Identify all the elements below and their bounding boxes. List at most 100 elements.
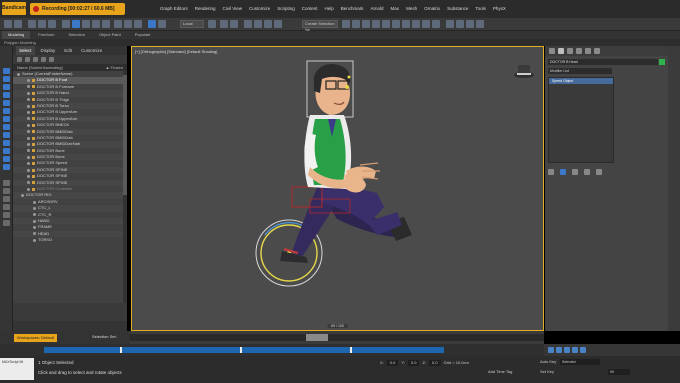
object-color-swatch[interactable]	[659, 59, 665, 65]
display-spacewarps-icon[interactable]	[3, 116, 10, 122]
material-editor-icon[interactable]	[402, 20, 410, 28]
percent-snap-icon[interactable]	[264, 20, 272, 28]
make-unique-icon[interactable]	[572, 169, 578, 175]
visibility-icon[interactable]	[27, 98, 30, 102]
menu-help[interactable]: Help	[325, 6, 334, 11]
unlink-icon[interactable]	[38, 20, 46, 28]
polygon-modeling-bar[interactable]: Polygon Modeling	[0, 39, 680, 46]
motion-tab-icon[interactable]	[576, 48, 582, 54]
create-tab-icon[interactable]	[549, 48, 555, 54]
select-all-icon[interactable]	[33, 57, 38, 62]
display-children-icon[interactable]	[3, 180, 10, 186]
render-icon[interactable]	[432, 20, 440, 28]
visibility-icon[interactable]	[33, 226, 36, 230]
menu-scripting[interactable]: Scripting	[277, 6, 295, 11]
x-coordinate-field[interactable]: 0.0	[386, 360, 399, 366]
visibility-icon[interactable]	[27, 162, 30, 166]
filter-icon[interactable]	[62, 20, 70, 28]
menu-customize[interactable]: Customize	[249, 6, 270, 11]
link-icon[interactable]	[28, 20, 36, 28]
display-dependents-icon[interactable]	[3, 196, 10, 202]
menu-substance[interactable]: Substance	[447, 6, 468, 11]
tab-customize[interactable]: Customize	[78, 46, 105, 55]
display-frozen-icon[interactable]	[3, 156, 10, 162]
hierarchy-tab-icon[interactable]	[567, 48, 573, 54]
select-icon[interactable]	[72, 20, 80, 28]
bind-icon[interactable]	[48, 20, 56, 28]
window-crossing-icon[interactable]	[102, 20, 110, 28]
track-bar[interactable]	[0, 344, 544, 356]
object-name-field[interactable]: DOCTOR B Head	[548, 59, 658, 65]
visibility-icon[interactable]	[27, 117, 30, 121]
spinner-snap-icon[interactable]	[274, 20, 282, 28]
tab-freeform[interactable]: Freeform	[32, 31, 60, 39]
visibility-icon[interactable]	[27, 130, 30, 134]
column-frozen[interactable]: ▲ Frozen	[105, 64, 123, 71]
visibility-icon[interactable]	[27, 123, 30, 127]
visibility-icon[interactable]	[27, 111, 30, 115]
filter-icon[interactable]	[17, 57, 22, 62]
display-helpers-icon[interactable]	[3, 108, 10, 114]
display-groups-icon[interactable]	[3, 124, 10, 130]
pin-stack-icon[interactable]	[548, 169, 554, 175]
placement-icon[interactable]	[158, 20, 166, 28]
display-containers-icon[interactable]	[3, 148, 10, 154]
pivot-icon[interactable]	[208, 20, 216, 28]
visibility-icon[interactable]	[27, 168, 30, 172]
tab-select[interactable]: Select	[16, 46, 35, 55]
configure-modifier-sets-icon[interactable]	[596, 169, 602, 175]
visibility-icon[interactable]	[17, 72, 20, 76]
visibility-icon[interactable]	[33, 206, 36, 210]
modifier-stack-item[interactable]: Speed Object	[549, 78, 613, 84]
scale-icon[interactable]	[134, 20, 142, 28]
align-icon[interactable]	[352, 20, 360, 28]
toggle-ribbon-icon[interactable]	[372, 20, 380, 28]
select-by-name-icon[interactable]	[82, 20, 90, 28]
visibility-icon[interactable]	[27, 85, 30, 89]
named-selection-sets[interactable]: Create Selection Se	[302, 20, 338, 32]
keyboard-shortcut-icon[interactable]	[230, 20, 238, 28]
visibility-icon[interactable]	[27, 79, 30, 83]
column-name[interactable]: Name (Sorted Ascending)	[17, 64, 63, 71]
tab-modeling[interactable]: Modeling	[2, 31, 31, 39]
tab-object-paint[interactable]: Object Paint	[93, 31, 127, 39]
angle-snap-icon[interactable]	[254, 20, 262, 28]
scrollbar-thumb[interactable]	[123, 75, 127, 195]
plugin-icon[interactable]	[446, 20, 454, 28]
menu-benchmark[interactable]: Benchmark	[341, 6, 364, 11]
scene-tree[interactable]: Scene (CurrentFolderName) DOCTOR B Foot …	[13, 71, 127, 303]
z-coordinate-field[interactable]: 0.0	[429, 360, 441, 366]
visibility-icon[interactable]	[27, 187, 30, 191]
visibility-icon[interactable]	[27, 142, 30, 146]
visibility-icon[interactable]	[21, 194, 24, 198]
plugin-icon[interactable]	[476, 20, 484, 28]
go-to-end-icon[interactable]	[580, 347, 586, 353]
time-slider-track[interactable]	[130, 334, 544, 341]
auto-key-button[interactable]: Auto Key	[540, 359, 556, 364]
sync-selection-icon[interactable]	[3, 204, 10, 210]
time-slider-thumb[interactable]	[306, 334, 328, 341]
list-item[interactable]: TORSO	[13, 237, 127, 243]
menu-civil-view[interactable]: Civil View	[223, 6, 242, 11]
menu-ornatrix[interactable]: Ornatrix	[424, 6, 440, 11]
tab-populate[interactable]: Populate	[129, 31, 157, 39]
menu-max[interactable]: Max	[391, 6, 400, 11]
modifier-list-dropdown[interactable]: Modifier List	[548, 68, 612, 74]
workspace-selector[interactable]: Workspaces: Default	[14, 334, 57, 342]
explorer-scrollbar[interactable]	[123, 71, 127, 303]
visibility-icon[interactable]	[27, 149, 30, 153]
keyframe-marker[interactable]	[120, 347, 122, 353]
find-icon[interactable]	[25, 57, 30, 62]
display-shapes-icon[interactable]	[3, 84, 10, 90]
display-hidden-icon[interactable]	[3, 164, 10, 170]
rotate-icon[interactable]	[124, 20, 132, 28]
redo-icon[interactable]	[14, 20, 22, 28]
mirror-icon[interactable]	[342, 20, 350, 28]
select-none-icon[interactable]	[41, 57, 46, 62]
current-frame-field[interactable]: 69	[608, 369, 630, 375]
menu-tools[interactable]: Tools	[475, 6, 486, 11]
snaps-icon[interactable]	[244, 20, 252, 28]
visibility-icon[interactable]	[33, 213, 36, 217]
visibility-icon[interactable]	[27, 181, 30, 185]
go-to-start-icon[interactable]	[548, 347, 554, 353]
